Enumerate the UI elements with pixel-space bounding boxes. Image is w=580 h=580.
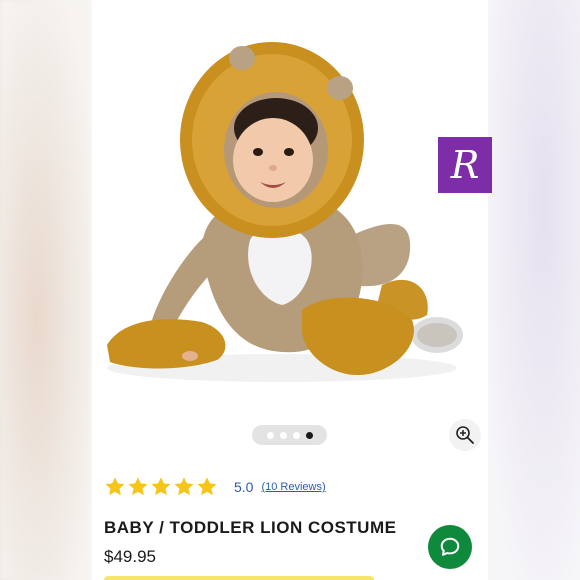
zoom-button[interactable] — [449, 419, 481, 451]
brand-badge-letter: R — [450, 143, 480, 187]
pager-dot-2[interactable] — [279, 431, 287, 439]
chat-button[interactable] — [428, 525, 472, 569]
product-price: $49.95 — [104, 547, 156, 566]
reviews-link[interactable]: (10 Reviews) — [261, 481, 325, 493]
product-card: 5.0 (10 Reviews) BABY / TODDLER LION COS… — [92, 0, 488, 580]
product-title: BABY / TODDLER LION COSTUME — [104, 518, 397, 537]
zoom-in-icon — [456, 426, 474, 444]
star-icon — [151, 477, 171, 496]
star-icon — [197, 477, 217, 496]
star-icon — [174, 477, 194, 496]
pager-dot-1[interactable] — [266, 431, 274, 439]
rating-score: 5.0 — [234, 479, 254, 495]
star-icon — [128, 477, 148, 496]
pager-dot-4[interactable] — [305, 431, 313, 439]
pager-dot-3[interactable] — [292, 431, 300, 439]
rating-row: 5.0 (10 Reviews) — [104, 476, 326, 498]
image-pager[interactable] — [252, 425, 327, 445]
star-icon — [105, 477, 125, 496]
product-photo[interactable] — [92, 0, 488, 400]
brand-badge: R — [438, 137, 492, 193]
chat-icon — [440, 537, 460, 556]
blurred-background-right — [488, 0, 580, 580]
add-to-cart-bar[interactable] — [104, 576, 374, 580]
star-rating — [104, 476, 218, 498]
blurred-background-left — [0, 0, 92, 580]
